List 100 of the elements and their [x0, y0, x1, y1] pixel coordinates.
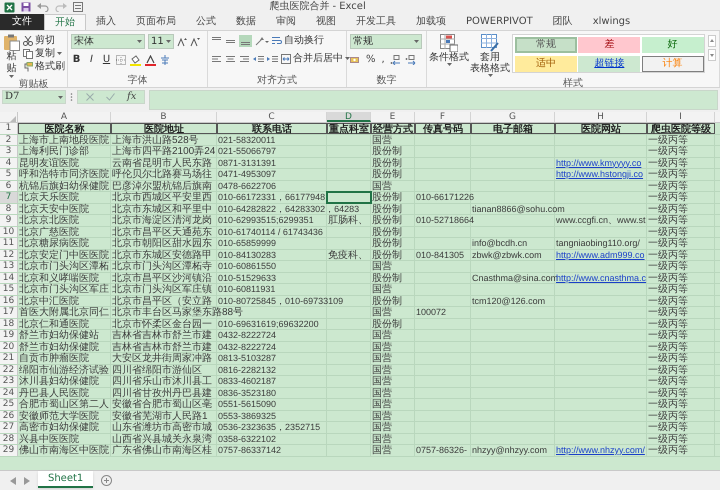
row-header[interactable]: 20: [0, 342, 18, 352]
ribbon-tab[interactable]: 数据: [226, 14, 266, 30]
row-header[interactable]: 15: [0, 284, 18, 294]
formula-input-field[interactable]: [149, 90, 718, 110]
row-header[interactable]: 13: [0, 261, 18, 272]
row-header[interactable]: 7: [0, 192, 18, 202]
cell-style-tile[interactable]: 常规: [515, 37, 577, 53]
row-header[interactable]: 19: [0, 330, 18, 340]
align-right-icon[interactable]: [239, 54, 250, 64]
ribbon-tab[interactable]: 开始: [44, 14, 86, 30]
ribbon-tab[interactable]: 审阅: [266, 14, 306, 30]
row-header[interactable]: 28: [0, 434, 18, 444]
ribbon-button[interactable]: 剪切: [23, 34, 65, 47]
hyperlink[interactable]: http://www.nhzyy.com/: [555, 445, 646, 456]
font-size-field[interactable]: 11: [148, 34, 174, 49]
scroll-up-icon[interactable]: [708, 35, 716, 47]
row-header[interactable]: 27: [0, 422, 18, 432]
font-style-button[interactable]: B: [71, 54, 82, 66]
number-format-field[interactable]: 常规: [350, 34, 422, 49]
font-style-button[interactable]: I: [86, 54, 97, 66]
remove-decimal-icon[interactable]: [404, 55, 416, 65]
ribbon-tab[interactable]: 加载项: [406, 14, 456, 30]
ribbon-button[interactable]: 条件格式: [430, 34, 468, 77]
hyperlink[interactable]: http://www.kmyyyy.co: [555, 158, 642, 168]
row-header[interactable]: 6: [0, 180, 18, 191]
row-header[interactable]: 23: [0, 376, 18, 386]
ribbon-button[interactable]: 复制: [23, 47, 65, 60]
row-header[interactable]: 8: [0, 204, 18, 214]
ribbon-tab[interactable]: POWERPIVOT: [456, 14, 543, 30]
font-name-field[interactable]: 宋体: [71, 34, 145, 49]
column-header[interactable]: H: [555, 112, 647, 122]
orientation-icon[interactable]: [255, 36, 269, 46]
row-header[interactable]: 14: [0, 272, 18, 283]
sheet-tab[interactable]: Sheet1: [38, 471, 94, 488]
toolbar-customize-icon[interactable]: [73, 2, 83, 12]
row-header[interactable]: 5: [0, 169, 18, 180]
row-header[interactable]: 25: [0, 399, 18, 410]
row-header[interactable]: 16: [0, 296, 18, 306]
add-sheet-icon[interactable]: [101, 475, 112, 486]
insert-function-button[interactable]: fx: [127, 91, 136, 103]
add-decimal-icon[interactable]: [390, 55, 401, 65]
save-icon[interactable]: [21, 2, 31, 12]
align-left-icon[interactable]: [211, 54, 222, 64]
row-header[interactable]: 4: [0, 158, 18, 168]
ribbon-button[interactable]: 格式刷: [23, 60, 65, 73]
ribbon-button[interactable]: 自动换行: [272, 34, 324, 47]
row-header[interactable]: 26: [0, 410, 18, 421]
column-header[interactable]: A: [18, 112, 111, 122]
row-header[interactable]: 10: [0, 226, 18, 237]
text-color-bar-icon[interactable]: [145, 54, 156, 66]
align-bottom-icon[interactable]: [239, 34, 252, 46]
ribbon-tab[interactable]: 插入: [86, 14, 126, 30]
cell-style-tile[interactable]: 好: [642, 37, 704, 53]
phonetic-guide-icon[interactable]: [160, 55, 170, 65]
row-header[interactable]: 24: [0, 388, 18, 398]
scroll-down-icon[interactable]: [708, 49, 716, 61]
file-tab[interactable]: 文件: [0, 14, 44, 30]
column-header[interactable]: B: [111, 112, 217, 122]
name-box[interactable]: D7: [2, 90, 66, 104]
ribbon-tab[interactable]: 页面布局: [126, 14, 186, 30]
cell-style-tile[interactable]: 差: [578, 37, 640, 53]
row-header[interactable]: 18: [0, 318, 18, 329]
row-header[interactable]: 3: [0, 146, 18, 156]
decrease-indent-icon[interactable]: [253, 54, 264, 64]
column-header[interactable]: G: [471, 112, 555, 122]
ribbon-button[interactable]: 合并后居中: [281, 52, 350, 65]
number-style-button[interactable]: %: [365, 54, 377, 66]
ribbon-tab[interactable]: 公式: [186, 14, 226, 30]
currency-icon[interactable]: [350, 55, 361, 65]
undo-icon[interactable]: [37, 2, 49, 12]
border-grid-icon[interactable]: [116, 55, 126, 65]
ribbon-tab[interactable]: xlwings: [582, 14, 640, 30]
row-header[interactable]: 2: [0, 134, 18, 145]
increase-indent-icon[interactable]: [267, 54, 278, 64]
row-header[interactable]: 9: [0, 215, 18, 226]
ribbon-tab[interactable]: 团队: [542, 14, 583, 30]
paint-bucket-icon[interactable]: [130, 54, 141, 66]
row-header[interactable]: 1: [0, 123, 18, 134]
row-header[interactable]: 22: [0, 364, 18, 375]
excel-logo-icon[interactable]: [4, 2, 15, 12]
row-header[interactable]: 12: [0, 250, 18, 260]
checkmark-icon[interactable]: [106, 93, 115, 101]
column-header[interactable]: D: [327, 112, 371, 122]
font-style-button[interactable]: U: [101, 54, 112, 66]
number-style-button[interactable]: ,: [380, 54, 386, 66]
selected-cell[interactable]: [327, 192, 371, 202]
previous-sheet-icon[interactable]: [10, 476, 16, 484]
hyperlink[interactable]: http://www.adm999.co: [555, 250, 646, 260]
align-center-icon[interactable]: [225, 54, 236, 64]
row-header[interactable]: 17: [0, 307, 18, 318]
next-sheet-icon[interactable]: [24, 476, 30, 484]
cell-style-tile[interactable]: 适中: [515, 56, 577, 72]
row-header[interactable]: 21: [0, 353, 18, 364]
row-header[interactable]: 29: [0, 445, 18, 456]
hyperlink[interactable]: http://www.hstongji.co: [555, 169, 644, 180]
column-header[interactable]: E: [371, 112, 415, 122]
column-header[interactable]: I: [647, 112, 715, 122]
ribbon-tab[interactable]: 视图: [306, 14, 346, 30]
ribbon-tab[interactable]: 开发工具: [346, 14, 406, 30]
row-header[interactable]: 11: [0, 238, 18, 248]
